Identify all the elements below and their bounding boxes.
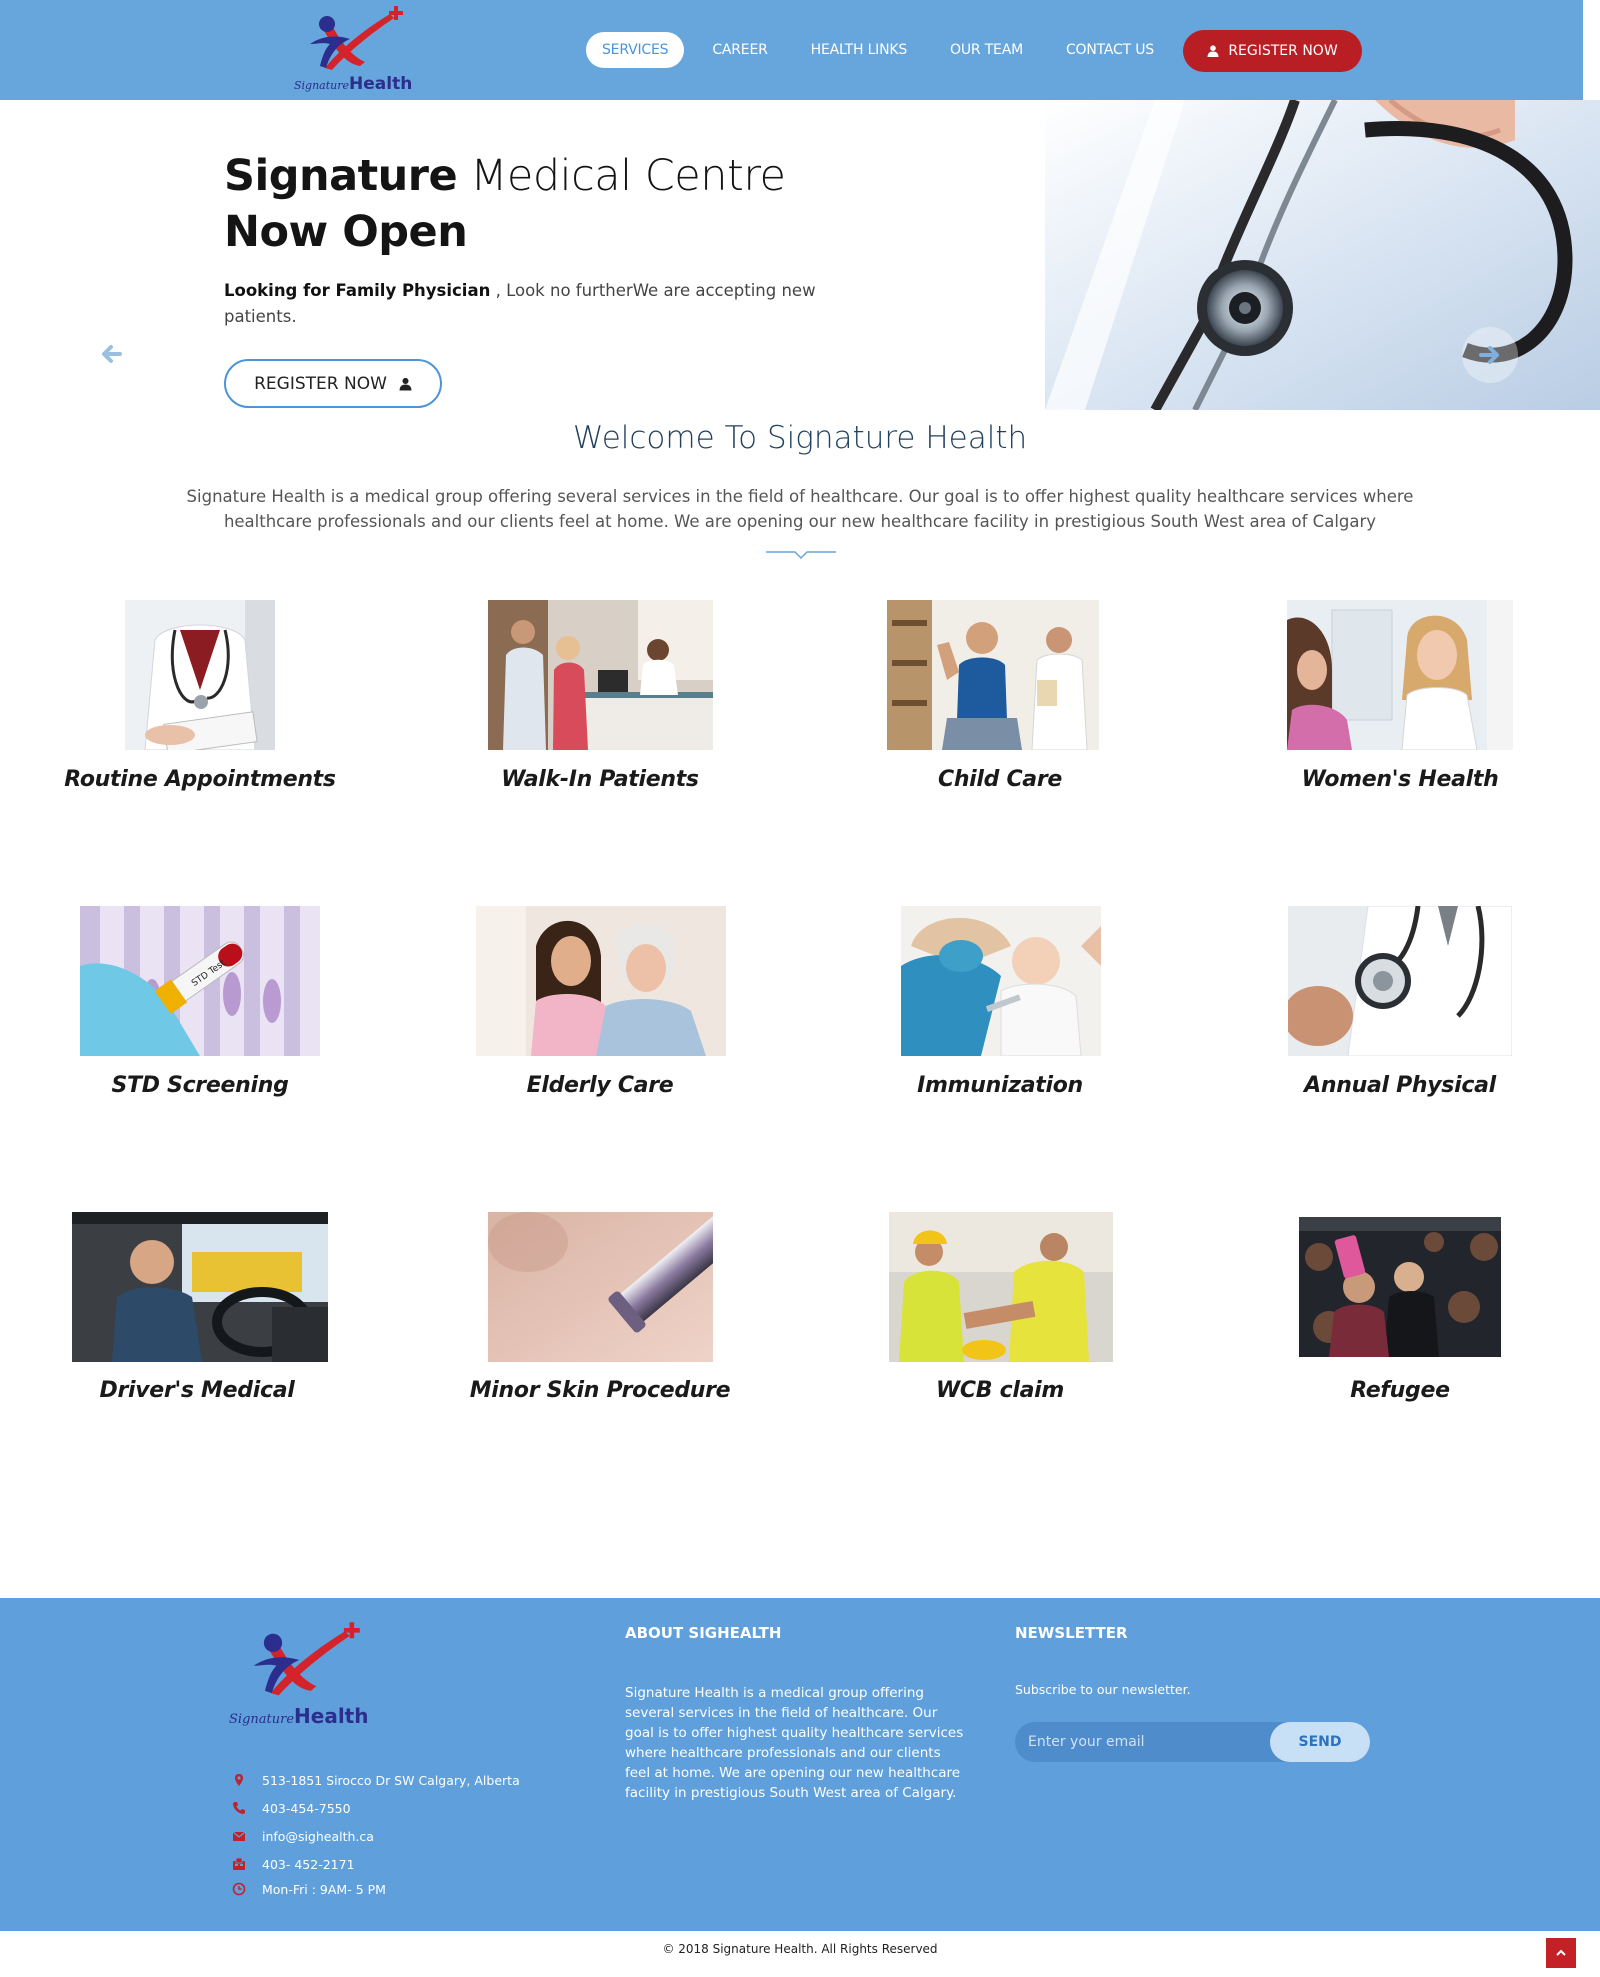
service-title-womens-health[interactable]: Women's Health (1200, 767, 1600, 792)
hero-text-bold: Looking for Family Physician (224, 281, 491, 300)
hero-stethoscope-image (1045, 100, 1600, 410)
service-title-annual-physical[interactable]: Annual Physical (1200, 1073, 1600, 1098)
service-image-annual-physical[interactable] (1288, 906, 1512, 1056)
footer-contacts: 513-1851 Sirocco Dr SW Calgary, Alberta … (232, 1766, 520, 1900)
logo-health-text: Health (349, 74, 413, 94)
copyright-text: © 2018 Signature Health. All Rights Rese… (662, 1942, 938, 1956)
footer-about-heading: ABOUT SIGHEALTH (625, 1624, 782, 1642)
service-title-walk-in-patients[interactable]: Walk-In Patients (400, 767, 800, 792)
slider-prev-arrow-icon[interactable] (100, 343, 122, 365)
service-title-std-screening[interactable]: STD Screening (0, 1073, 400, 1098)
slider-next-arrow-icon (1479, 346, 1499, 364)
service-title-minor-skin-procedure[interactable]: Minor Skin Procedure (400, 1378, 800, 1403)
footer-logo-health-text: Health (294, 1704, 369, 1728)
hero-title-rest: Medical Centre (457, 151, 786, 201)
service-image-routine-appointments[interactable] (125, 600, 275, 750)
user-icon (1207, 45, 1219, 57)
hero-title-bold: Signature (224, 151, 458, 201)
footer-hours: Mon-Fri : 9AM- 5 PM (262, 1881, 386, 1897)
service-image-child-care[interactable] (887, 600, 1099, 750)
header-register-label: REGISTER NOW (1228, 43, 1338, 59)
service-image-drivers-medical[interactable] (72, 1212, 328, 1362)
service-image-elderly-care[interactable] (476, 906, 726, 1056)
nav-our-team[interactable]: OUR TEAM (950, 42, 1023, 58)
newsletter-send-button[interactable]: SEND (1270, 1722, 1370, 1762)
phone-icon (233, 1802, 245, 1814)
section-divider (766, 551, 836, 560)
footer-fax: 403- 452-2171 (262, 1856, 355, 1872)
service-title-child-care[interactable]: Child Care (800, 767, 1200, 792)
hero-register-label: REGISTER NOW (254, 373, 387, 394)
service-image-std-screening[interactable]: STD Test (80, 906, 320, 1056)
footer-address: 513-1851 Sirocco Dr SW Calgary, Alberta (262, 1772, 520, 1788)
footer-phone-row: 403-454-7550 (232, 1794, 520, 1822)
service-title-routine-appointments[interactable]: Routine Appointments (0, 767, 400, 792)
service-image-immunization[interactable] (901, 906, 1101, 1056)
footer-email[interactable]: info@sighealth.ca (262, 1829, 374, 1844)
hero-title: Signature Medical Centre Now Open (224, 148, 786, 260)
service-image-minor-skin-procedure[interactable] (488, 1212, 713, 1362)
chevron-up-icon (1556, 1949, 1566, 1956)
hero-title-line2: Now Open (224, 207, 468, 257)
site-footer: SignatureHealth 513-1851 Sirocco Dr SW C… (0, 1598, 1600, 1931)
service-image-wcb-claim[interactable] (889, 1212, 1113, 1362)
clock-icon (232, 1882, 246, 1896)
site-logo[interactable]: SignatureHealth (290, 4, 420, 96)
service-image-womens-health[interactable] (1287, 600, 1513, 750)
map-marker-icon (235, 1774, 243, 1786)
footer-newsletter-heading: NEWSLETTER (1015, 1624, 1128, 1642)
service-title-wcb-claim[interactable]: WCB claim (800, 1378, 1200, 1403)
nav-health-links[interactable]: HEALTH LINKS (811, 42, 908, 58)
footer-logo[interactable]: SignatureHealth (225, 1620, 385, 1730)
header-register-button[interactable]: REGISTER NOW (1183, 30, 1362, 72)
footer-fax-row: 403- 452-2171 (232, 1850, 520, 1878)
footer-about-text: Signature Health is a medical group offe… (625, 1685, 964, 1801)
footer-email-row: info@sighealth.ca (232, 1822, 520, 1850)
logo-figure-icon (310, 6, 403, 70)
envelope-icon (232, 1831, 246, 1841)
hero-description: Looking for Family Physician , Look no f… (224, 278, 824, 330)
footer-newsletter-text: Subscribe to our newsletter. (1015, 1682, 1191, 1697)
footer-phone[interactable]: 403-454-7550 (262, 1801, 351, 1816)
user-icon (399, 377, 412, 390)
footer-address-row: 513-1851 Sirocco Dr SW Calgary, Alberta (232, 1766, 520, 1794)
nav-services[interactable]: SERVICES (586, 32, 685, 68)
service-image-walk-in-patients[interactable] (488, 600, 713, 750)
service-image-refugee[interactable] (1299, 1217, 1501, 1357)
main-nav: SERVICES CAREER HEALTH LINKS OUR TEAM CO… (586, 30, 1197, 70)
scroll-to-top-button[interactable] (1546, 1938, 1576, 1968)
hero-register-button[interactable]: REGISTER NOW (224, 359, 442, 408)
service-title-refugee[interactable]: Refugee (1200, 1378, 1600, 1403)
footer-hours-row: Mon-Fri : 9AM- 5 PM (232, 1878, 520, 1900)
site-header: SignatureHealth SERVICES CAREER HEALTH L… (0, 0, 1583, 100)
nav-career[interactable]: CAREER (712, 42, 768, 58)
welcome-text: Signature Health is a medical group offe… (186, 487, 1414, 531)
fax-icon (233, 1857, 245, 1870)
footer-logo-signature-text: Signature (229, 1712, 295, 1727)
slider-next-button[interactable] (1462, 327, 1518, 383)
logo-figure-icon (253, 1622, 360, 1696)
logo-signature-text: Signature (294, 79, 350, 92)
service-title-drivers-medical[interactable]: Driver's Medical (0, 1378, 397, 1403)
service-title-immunization[interactable]: Immunization (800, 1073, 1200, 1098)
nav-contact-us[interactable]: CONTACT US (1066, 42, 1154, 58)
service-title-elderly-care[interactable]: Elderly Care (400, 1073, 800, 1098)
welcome-title: Welcome To Signature Health (572, 420, 1028, 456)
